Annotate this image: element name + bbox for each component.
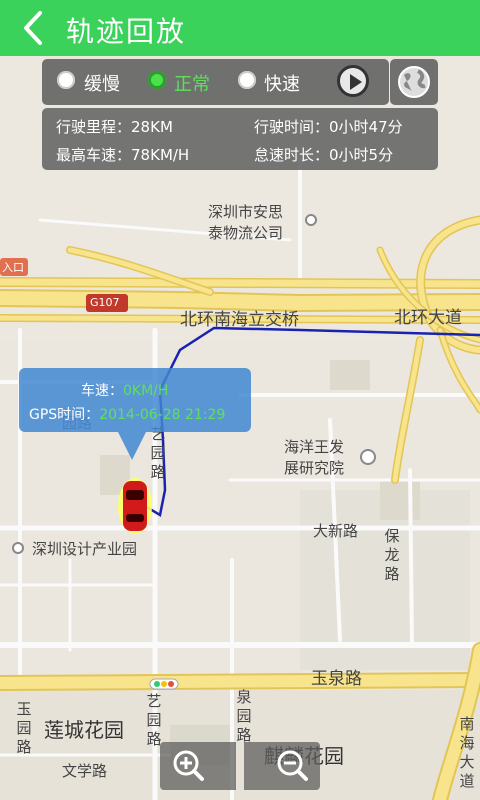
zoom-in-icon xyxy=(173,750,204,781)
globe-button[interactable] xyxy=(390,59,438,105)
map-label-poi: 莲城花园 xyxy=(44,718,124,742)
title-bar: 轨迹回放 xyxy=(0,0,480,56)
map-label-g107: G107 xyxy=(90,296,120,309)
zoom-in-button[interactable] xyxy=(160,742,236,790)
zoom-out-button[interactable] xyxy=(244,742,320,790)
map-label-poi2: 展研究院 xyxy=(284,459,345,477)
max-speed-label: 最高车速： xyxy=(56,146,132,164)
max-speed-value: 78KM/H xyxy=(131,146,190,164)
map-label-poi2: 海洋王发 xyxy=(284,438,345,456)
speed-label-fast[interactable]: 快速 xyxy=(264,70,300,96)
map-label-road: 玉泉路 xyxy=(311,669,362,689)
map-label-poi: 深圳设计产业园 xyxy=(32,540,138,558)
map-label-road: 艺园路 xyxy=(146,692,162,748)
globe-icon xyxy=(398,66,430,98)
back-chevron-icon[interactable] xyxy=(18,8,54,48)
map-label-poi1: 深圳市安思 xyxy=(208,203,284,221)
speed-label: 车速： xyxy=(81,383,123,399)
speed-radio-fast[interactable] xyxy=(238,71,256,89)
drive-time-label: 行驶时间： xyxy=(254,118,330,136)
mileage-value: 28KM xyxy=(131,118,173,136)
poi-marker-icon[interactable] xyxy=(305,214,317,226)
map-label-road: 保龙路 xyxy=(384,527,400,583)
map-label-poi1: 泰物流公司 xyxy=(208,224,284,242)
speed-label-normal[interactable]: 正常 xyxy=(174,70,210,96)
drive-time-stat: 行驶时间：0小时47分 xyxy=(254,116,403,137)
map-label-road: 北环南海立交桥 xyxy=(180,310,299,330)
mileage-stat: 行驶里程：28KM xyxy=(56,116,173,137)
max-speed-stat: 最高车速：78KM/H xyxy=(56,144,189,165)
speed-radio-slow[interactable] xyxy=(57,71,75,89)
zoom-out-icon xyxy=(277,750,308,781)
idle-time-stat: 怠速时长：0小时5分 xyxy=(254,144,393,165)
playback-speed-bar: 缓慢 正常 快速 xyxy=(42,59,389,105)
car-icon[interactable] xyxy=(118,478,152,534)
gps-time-value: 2014-06-28 21:29 xyxy=(99,407,226,423)
poi-marker-icon[interactable] xyxy=(12,542,24,554)
map-label-road: 泉园路 xyxy=(236,688,252,744)
idle-time-value: 0小时5分 xyxy=(329,146,394,164)
page-title: 轨迹回放 xyxy=(66,15,187,48)
mileage-label: 行驶里程： xyxy=(56,118,132,136)
trip-stats-panel: 行驶里程：28KM 行驶时间：0小时47分 最高车速：78KM/H 怠速时长：0… xyxy=(42,108,438,170)
speed-radio-normal[interactable] xyxy=(148,71,166,89)
idle-time-label: 怠速时长： xyxy=(254,146,330,164)
map-label-road: 北环大道 xyxy=(394,308,462,328)
map-label-road: 南海大道 xyxy=(459,715,475,790)
play-button-icon[interactable] xyxy=(337,65,369,97)
speed-label-slow[interactable]: 缓慢 xyxy=(84,70,120,96)
speed-value: 0KM/H xyxy=(123,383,169,399)
poi-marker-icon[interactable] xyxy=(360,449,376,465)
map-label-road: 艺园路 xyxy=(150,425,166,481)
map-label-road: 玉园路 xyxy=(16,700,32,756)
map-label-road: 文学路 xyxy=(62,762,108,780)
vehicle-info-bubble[interactable]: 车速：0KM/H GPS时间：2014-06-28 21:29 xyxy=(19,368,251,460)
drive-time-value: 0小时47分 xyxy=(329,118,403,136)
gps-time-label: GPS时间： xyxy=(29,407,100,423)
map-label-road: 大新路 xyxy=(313,522,359,540)
map-label-entrance: 入口 xyxy=(2,261,24,274)
